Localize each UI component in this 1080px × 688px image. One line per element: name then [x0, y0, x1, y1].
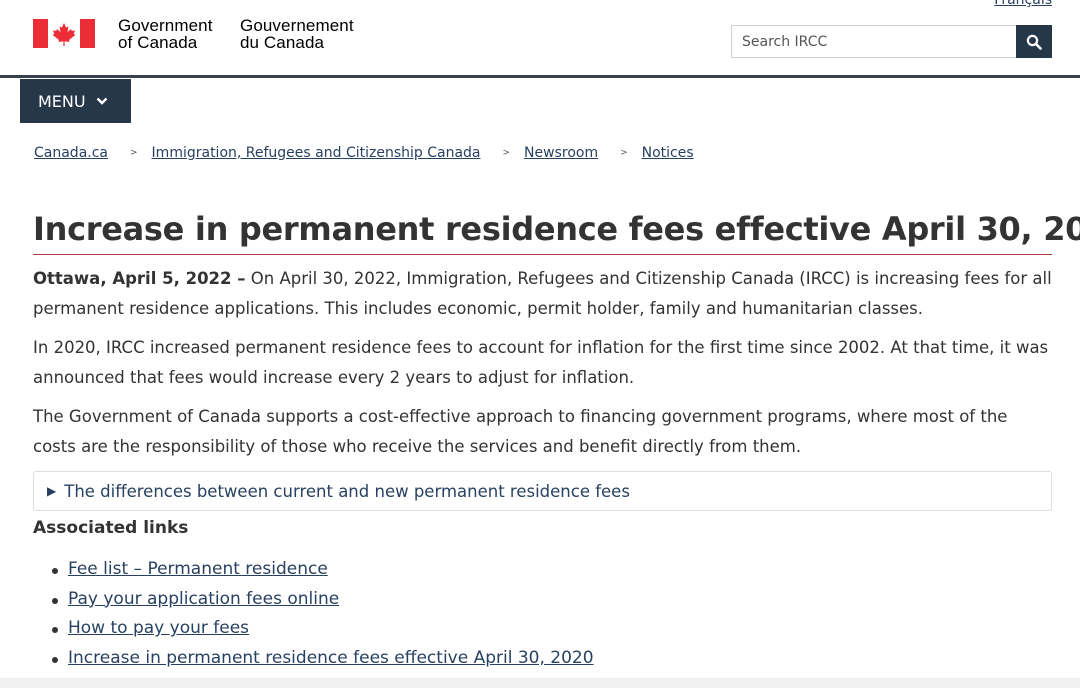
canada-flag-icon [33, 19, 95, 48]
link-how-to-pay[interactable]: How to pay your fees [68, 618, 249, 638]
search-form [731, 25, 1052, 58]
breadcrumb-notices[interactable]: Notices [642, 145, 694, 161]
link-increase-2020[interactable]: Increase in permanent residence fees eff… [68, 648, 594, 668]
link-fee-list[interactable]: Fee list – Permanent residence [68, 559, 328, 579]
expand-triangle-icon: ▶ [47, 484, 57, 498]
site-header: Government of Canada Gouvernement du Can… [0, 0, 1080, 78]
breadcrumb-newsroom[interactable]: Newsroom [524, 145, 598, 161]
bottom-toolbar [0, 678, 1080, 688]
signature-english: Government of Canada [118, 17, 213, 51]
breadcrumb-separator: > [130, 148, 138, 158]
signature-english-line1: Government [118, 16, 213, 35]
signature-english-line2: of Canada [118, 33, 198, 52]
page-title: Increase in permanent residence fees eff… [33, 210, 1080, 255]
associated-links-list: Fee list – Permanent residence Pay your … [52, 556, 594, 675]
signature-french-line1: Gouvernement [240, 16, 354, 35]
chevron-down-icon [96, 97, 107, 105]
link-pay-online[interactable]: Pay your application fees online [68, 589, 339, 609]
fee-differences-summary: The differences between current and new … [64, 481, 630, 501]
dateline: Ottawa, April 5, 2022 – [33, 269, 246, 288]
breadcrumb-ircc[interactable]: Immigration, Refugees and Citizenship Ca… [152, 145, 481, 161]
breadcrumb-separator: > [620, 148, 628, 158]
paragraph-intro: Ottawa, April 5, 2022 – On April 30, 202… [33, 264, 1053, 324]
menu-button[interactable]: MENU [20, 79, 131, 123]
breadcrumb: Canada.ca > Immigration, Refugees and Ci… [34, 145, 694, 161]
search-button[interactable] [1016, 25, 1052, 58]
paragraph-inflation: In 2020, IRCC increased permanent reside… [33, 338, 1049, 387]
list-item: How to pay your fees [52, 615, 594, 645]
article-body: Ottawa, April 5, 2022 – On April 30, 202… [33, 264, 1053, 471]
associated-links-heading: Associated links [33, 518, 189, 538]
search-input[interactable] [731, 25, 1016, 58]
breadcrumb-canada[interactable]: Canada.ca [34, 145, 108, 161]
signature-french: Gouvernement du Canada [240, 17, 354, 51]
menu-label: MENU [38, 91, 86, 111]
paragraph-cost-effective: The Government of Canada supports a cost… [33, 407, 1008, 456]
search-icon [1026, 34, 1042, 50]
list-item: Increase in permanent residence fees eff… [52, 645, 594, 675]
signature-french-line2: du Canada [240, 33, 325, 52]
breadcrumb-separator: > [502, 148, 511, 158]
fee-differences-expander[interactable]: ▶ The differences between current and ne… [33, 471, 1052, 511]
list-item: Fee list – Permanent residence [52, 556, 594, 586]
list-item: Pay your application fees online [52, 586, 594, 616]
